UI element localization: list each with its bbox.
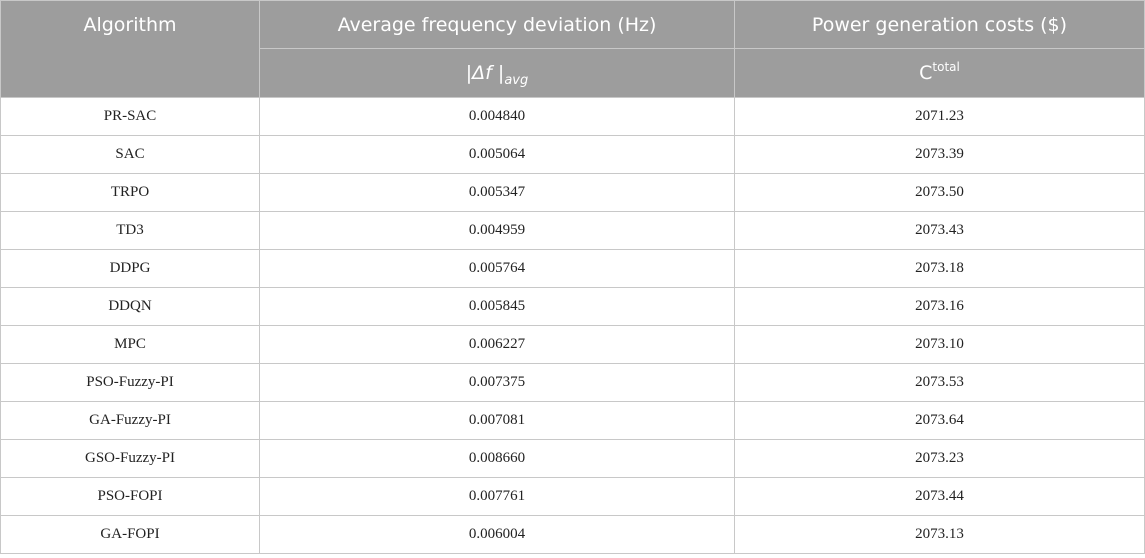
freq-cell: 0.005845 [259,287,735,326]
cost-cell: 2073.13 [734,515,1145,554]
table-body: PR-SAC 0.004840 2071.23 SAC 0.005064 207… [0,97,1145,554]
freq-symbol: |Δf |avg [259,48,735,98]
table-header: Algorithm Average frequency deviation (H… [0,0,1145,98]
algorithm-cell: TRPO [0,173,260,212]
freq-cell: 0.004840 [259,97,735,136]
algorithm-cell: MPC [0,325,260,364]
cost-symbol-base: C [919,62,933,84]
algorithm-cell: TD3 [0,211,260,250]
results-table: Algorithm Average frequency deviation (H… [0,0,1145,554]
freq-header: Average frequency deviation (Hz) [259,0,735,49]
table-row: PSO-Fuzzy-PI 0.007375 2073.53 [0,363,1145,402]
algorithm-cell: DDQN [0,287,260,326]
algorithm-header: Algorithm [0,0,260,98]
table-row: TRPO 0.005347 2073.50 [0,173,1145,212]
freq-cell: 0.005764 [259,249,735,288]
freq-cell: 0.005064 [259,135,735,174]
algorithm-cell: GA-FOPI [0,515,260,554]
cost-cell: 2073.16 [734,287,1145,326]
table-row: GSO-Fuzzy-PI 0.008660 2073.23 [0,439,1145,478]
freq-symbol-close: | [491,62,505,84]
cost-cell: 2073.53 [734,363,1145,402]
table-row: PR-SAC 0.004840 2071.23 [0,97,1145,136]
cost-cell: 2073.64 [734,401,1145,440]
freq-cell: 0.005347 [259,173,735,212]
freq-cell: 0.007761 [259,477,735,516]
freq-symbol-sub: avg [504,73,529,88]
cost-cell: 2073.43 [734,211,1145,250]
cost-symbol: Ctotal [734,48,1145,98]
table-row: DDQN 0.005845 2073.16 [0,287,1145,326]
table-row: PSO-FOPI 0.007761 2073.44 [0,477,1145,516]
freq-cell: 0.008660 [259,439,735,478]
cost-cell: 2073.44 [734,477,1145,516]
table-row: SAC 0.005064 2073.39 [0,135,1145,174]
algorithm-cell: GA-Fuzzy-PI [0,401,260,440]
algorithm-cell: PSO-Fuzzy-PI [0,363,260,402]
freq-cell: 0.007081 [259,401,735,440]
table-row: DDPG 0.005764 2073.18 [0,249,1145,288]
cost-symbol-sup: total [932,60,960,74]
table-row: GA-FOPI 0.006004 2073.13 [0,515,1145,554]
cost-cell: 2071.23 [734,97,1145,136]
table-row: TD3 0.004959 2073.43 [0,211,1145,250]
cost-cell: 2073.39 [734,135,1145,174]
algorithm-cell: GSO-Fuzzy-PI [0,439,260,478]
table-row: MPC 0.006227 2073.10 [0,325,1145,364]
freq-symbol-delta: Δf [472,62,492,84]
cost-cell: 2073.18 [734,249,1145,288]
algorithm-cell: DDPG [0,249,260,288]
table-row: GA-Fuzzy-PI 0.007081 2073.64 [0,401,1145,440]
cost-cell: 2073.50 [734,173,1145,212]
freq-cell: 0.004959 [259,211,735,250]
cost-header: Power generation costs ($) [734,0,1145,49]
algorithm-cell: SAC [0,135,260,174]
cost-cell: 2073.23 [734,439,1145,478]
cost-cell: 2073.10 [734,325,1145,364]
algorithm-cell: PSO-FOPI [0,477,260,516]
freq-cell: 0.007375 [259,363,735,402]
algorithm-cell: PR-SAC [0,97,260,136]
freq-cell: 0.006227 [259,325,735,364]
header-row: Algorithm Average frequency deviation (H… [0,0,1145,98]
freq-cell: 0.006004 [259,515,735,554]
